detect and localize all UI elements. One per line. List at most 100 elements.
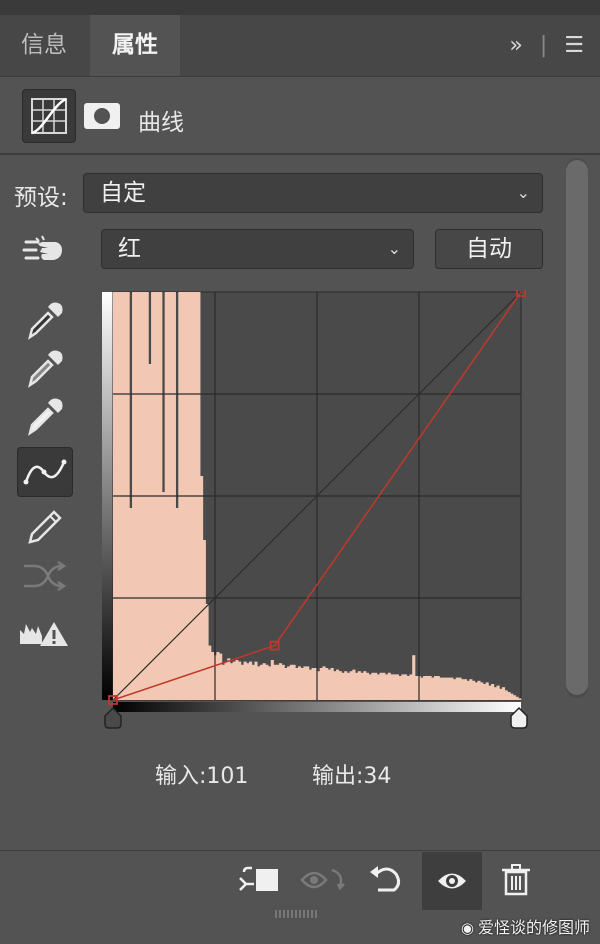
- histogram-bar: [444, 677, 448, 700]
- histogram-bar: [300, 668, 304, 700]
- histogram-bar: [371, 672, 375, 700]
- histogram-bar: [458, 677, 462, 700]
- histogram-bar: [485, 682, 489, 700]
- preset-select[interactable]: 自定 ⌄: [83, 173, 543, 213]
- tab-info[interactable]: 信息: [0, 15, 88, 76]
- histogram-bar: [341, 672, 345, 700]
- histogram-bar: [368, 674, 372, 700]
- histogram-bar: [200, 476, 204, 700]
- curve-edit-icon[interactable]: [17, 447, 73, 497]
- histogram-bar: [273, 664, 277, 700]
- histogram-bar: [246, 663, 250, 700]
- histogram-bar: [262, 663, 266, 700]
- clip-to-layer-icon[interactable]: [232, 852, 290, 910]
- eyedropper-white-icon[interactable]: [18, 391, 70, 439]
- divider: |: [539, 33, 548, 58]
- window-top-strip: [0, 0, 600, 15]
- histogram-bar: [398, 676, 402, 700]
- histogram-bar: [439, 677, 443, 700]
- histogram-bar: [205, 604, 209, 700]
- histogram-bar: [284, 668, 288, 700]
- histogram-bar: [363, 671, 367, 700]
- histogram-bar: [240, 664, 244, 700]
- auto-button[interactable]: 自动: [435, 229, 543, 269]
- histogram-bar: [349, 671, 353, 700]
- histogram-bar: [221, 664, 225, 700]
- histogram-bar: [333, 671, 337, 700]
- eyedropper-gray-icon[interactable]: [18, 343, 70, 391]
- view-previous-icon: [296, 852, 354, 910]
- histogram-bar: [219, 653, 223, 700]
- histogram-bar: [357, 671, 361, 700]
- histogram-bar: [297, 666, 302, 700]
- histogram-bar: [447, 677, 451, 700]
- histogram-bar: [208, 645, 212, 700]
- histogram-bar: [385, 674, 389, 700]
- layer-mask-icon[interactable]: [84, 103, 120, 129]
- histogram-bar: [322, 666, 326, 700]
- histogram-bar: [493, 687, 497, 700]
- histogram-bar: [346, 672, 351, 700]
- histogram-bar: [376, 674, 380, 700]
- histogram-bar: [491, 684, 495, 700]
- histogram-bar: [295, 668, 299, 700]
- tab-properties[interactable]: 属性: [90, 15, 180, 76]
- histogram-bar: [278, 663, 283, 700]
- histogram-bar: [327, 669, 331, 700]
- histogram-bar: [355, 672, 359, 700]
- histogram-bar: [281, 664, 285, 700]
- histogram-bar: [420, 677, 424, 700]
- histogram-bar: [308, 669, 312, 700]
- histogram-bar: [265, 664, 269, 700]
- histogram-bar: [365, 672, 370, 700]
- trash-icon[interactable]: [487, 852, 545, 910]
- eyedropper-black-icon[interactable]: [18, 295, 70, 343]
- resize-grip[interactable]: [275, 910, 319, 918]
- clipping-warning-icon[interactable]: [18, 608, 70, 656]
- output-gradient-bar: [102, 292, 113, 700]
- histogram-bar: [515, 696, 519, 700]
- histogram-bar: [148, 364, 152, 700]
- output-label: 输出:: [312, 764, 364, 789]
- reset-icon[interactable]: [358, 852, 416, 910]
- histogram-bar: [352, 669, 356, 700]
- histogram-bar: [227, 658, 231, 700]
- histogram-bar: [238, 661, 242, 700]
- curves-graph[interactable]: [100, 290, 530, 740]
- input-readout: 输入:101: [155, 758, 248, 790]
- histogram-bar: [338, 671, 342, 700]
- histogram-bar: [249, 661, 253, 700]
- channel-select[interactable]: 红 ⌄: [101, 229, 414, 269]
- pencil-icon[interactable]: [18, 502, 70, 550]
- histogram-bar: [507, 692, 511, 700]
- histogram-bar: [469, 679, 473, 700]
- histogram-bar: [466, 680, 470, 700]
- histogram-bar: [496, 685, 500, 700]
- histogram-bar: [412, 655, 416, 700]
- chevron-down-icon: ⌄: [516, 183, 530, 202]
- watermark-text: 爱怪谈的修图师: [477, 918, 590, 937]
- curves-adjustment-icon[interactable]: [22, 89, 76, 143]
- histogram-bar: [344, 671, 348, 700]
- hand-target-icon[interactable]: [22, 232, 66, 268]
- histogram-bar: [463, 679, 467, 700]
- output-readout: 输出:34: [312, 758, 391, 790]
- histogram-bar: [243, 661, 247, 700]
- histogram-bar: [254, 661, 258, 700]
- histogram-bar: [450, 677, 454, 700]
- histogram-bar: [477, 680, 481, 700]
- collapse-panel-icon[interactable]: »: [509, 33, 522, 58]
- histogram-bar: [499, 688, 503, 700]
- histogram-bar: [306, 666, 310, 700]
- histogram-bar: [395, 674, 399, 700]
- panel-menu-icon[interactable]: ☰: [564, 33, 584, 58]
- visibility-icon[interactable]: [422, 852, 482, 910]
- histogram-bar: [216, 652, 220, 700]
- histogram-bar: [251, 664, 255, 700]
- histogram-bar: [360, 672, 364, 700]
- histogram-bar: [129, 508, 133, 700]
- scrollbar-thumb[interactable]: [566, 160, 588, 695]
- channel-value: 红: [118, 236, 141, 262]
- preset-label: 预设:: [14, 185, 68, 211]
- histogram-bar: [387, 672, 391, 700]
